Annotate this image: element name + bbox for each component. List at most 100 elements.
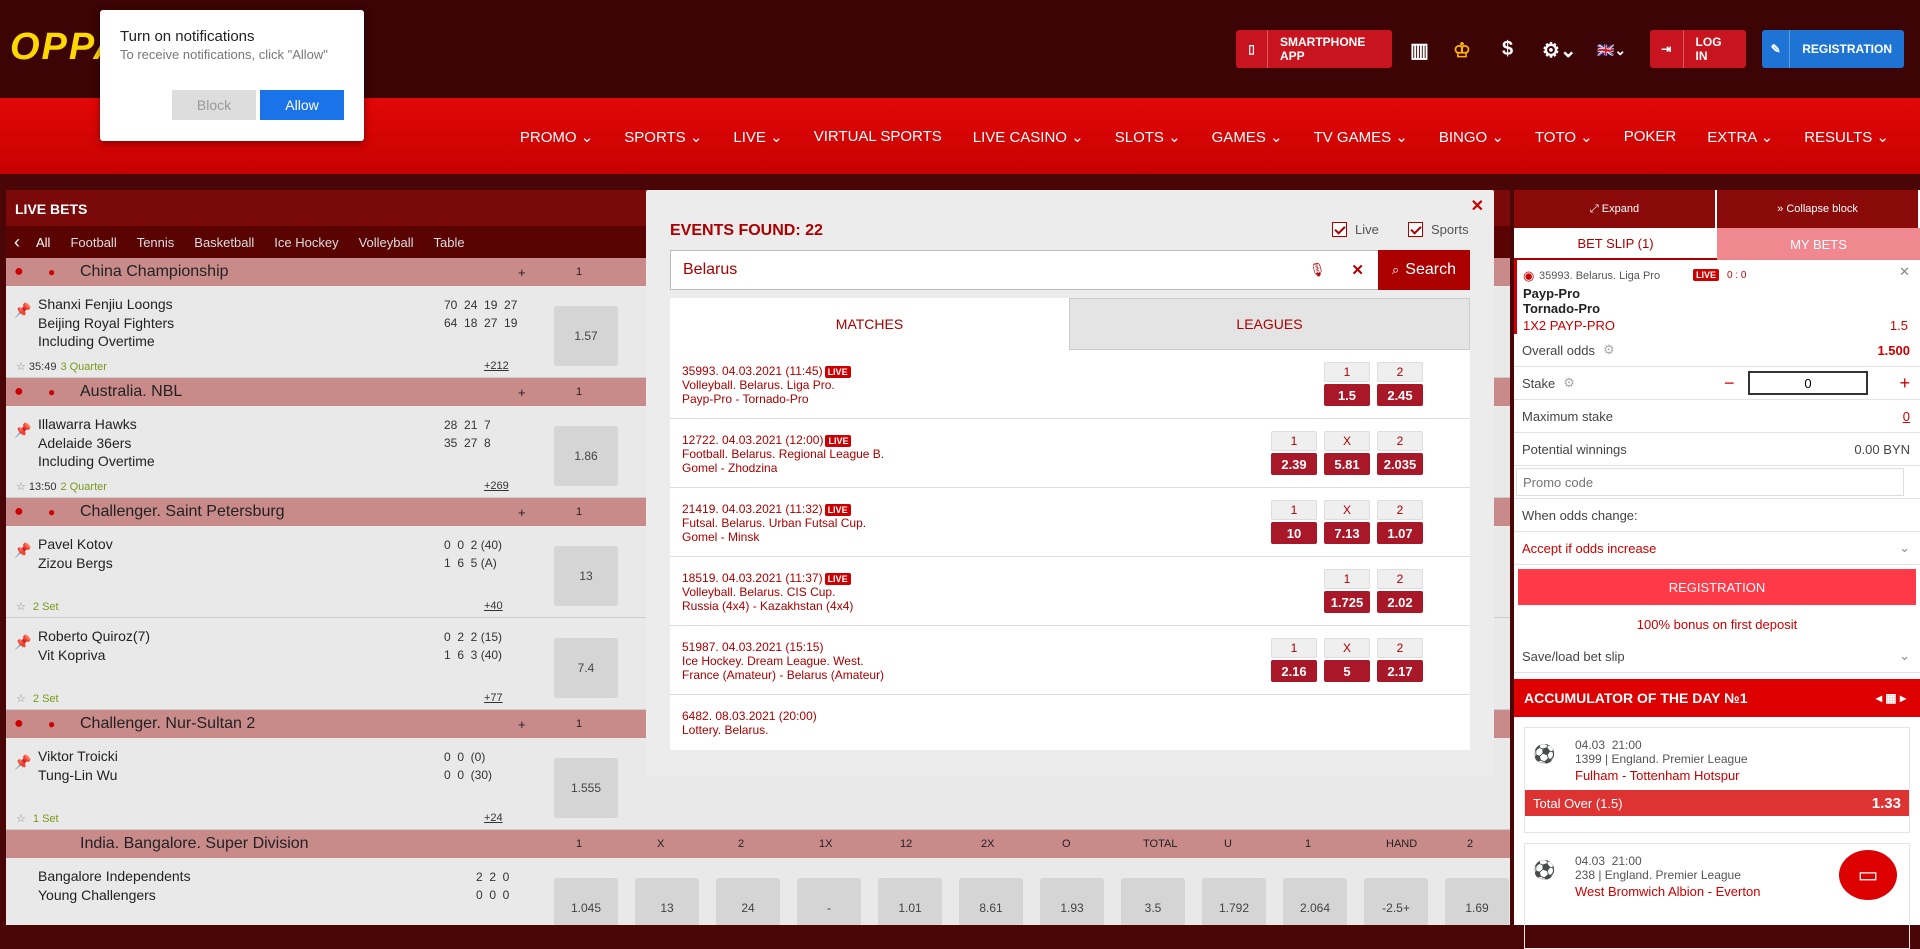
nav-item[interactable]: LIVE ⌄ [733, 128, 782, 146]
match-row[interactable]: Bangalore Independents Young Challengers 2… [6, 858, 1510, 925]
plus-icon[interactable]: + [518, 717, 526, 732]
pin-icon[interactable]: 📌 [14, 422, 31, 439]
odd-button[interactable]: 1.69 [1445, 878, 1509, 925]
odd-button[interactable]: 3.5 [1121, 878, 1185, 925]
sports-checkbox[interactable]: Sports [1408, 222, 1469, 237]
sport-filter-basketball[interactable]: Basketball [194, 235, 254, 250]
chat-icon[interactable]: ▭ [1839, 850, 1897, 900]
odd-cell[interactable]: X 5.81 [1324, 431, 1370, 475]
nav-item[interactable]: TV GAMES ⌄ [1314, 128, 1408, 146]
odd-button[interactable]: 2.064 [1283, 878, 1347, 925]
sport-filter-ice-hockey[interactable]: Ice Hockey [274, 235, 338, 250]
odd-cell[interactable]: 2 2.45 [1377, 362, 1423, 406]
calendar-icon[interactable]: ◂ ▦ ▸ [1876, 691, 1906, 705]
gear-icon[interactable]: ⚙ [1563, 375, 1575, 391]
odd-button[interactable]: 1.93 [1040, 878, 1104, 925]
nav-item[interactable]: EXTRA ⌄ [1707, 128, 1773, 146]
stats-icon[interactable]: ▥ [1410, 38, 1429, 63]
nav-item[interactable]: GAMES ⌄ [1212, 128, 1283, 146]
nav-item[interactable]: RESULTS ⌄ [1804, 128, 1889, 146]
sport-filter-table[interactable]: Table [434, 235, 465, 250]
block-button[interactable]: Block [172, 90, 256, 120]
odd-button[interactable]: 1.792 [1202, 878, 1266, 925]
allow-button[interactable]: Allow [260, 90, 344, 120]
odd-cell[interactable]: 1 10 [1271, 500, 1317, 544]
tab-bet-slip[interactable]: BET SLIP (1) [1514, 228, 1717, 260]
star-icon[interactable]: ☆ [16, 813, 29, 825]
plus-icon[interactable]: + [518, 265, 526, 280]
search-result[interactable]: 51987. 04.03.2021 (15:15) Ice Hockey. Dre… [670, 626, 1470, 695]
odd-button[interactable]: 1.045 [554, 878, 618, 925]
plus-icon[interactable]: + [1899, 373, 1910, 394]
search-button[interactable]: ⌕ Search [1378, 250, 1470, 290]
pin-icon[interactable]: 📌 [14, 754, 31, 771]
collapse-button[interactable]: » Collapse block [1717, 190, 1918, 228]
chevron-left-icon[interactable]: ‹ [14, 232, 20, 253]
sport-filter-all[interactable]: All [36, 235, 50, 250]
slip-registration-button[interactable]: REGISTRATION [1518, 569, 1916, 605]
odd-button[interactable]: 1.555 [554, 758, 618, 818]
odd-button[interactable]: 8.61 [959, 878, 1023, 925]
search-result[interactable]: 12722. 04.03.2021 (12:00) LIVE Football. B… [670, 419, 1470, 488]
odd-button[interactable]: 1.57 [554, 306, 618, 366]
odd-cell[interactable]: 2 2.02 [1377, 569, 1423, 613]
plus-icon[interactable]: + [518, 505, 526, 520]
accumulator-item[interactable]: ⚽ 04.03 21:00 1399 | England. Premier Leag… [1524, 727, 1910, 833]
nav-item[interactable]: VIRTUAL SPORTS [814, 128, 942, 146]
odd-cell[interactable]: 1 2.16 [1271, 638, 1317, 682]
clear-icon[interactable]: ✕ [1351, 261, 1364, 279]
stake-input[interactable] [1748, 371, 1868, 395]
search-result[interactable]: 35993. 04.03.2021 (11:45) LIVE Volleyball.… [670, 350, 1470, 419]
odd-button[interactable]: 1.86 [554, 426, 618, 486]
expand-button[interactable]: ⤢ Expand [1514, 190, 1715, 228]
odd-button[interactable]: -2.5+ [1364, 878, 1428, 925]
language-flag-icon[interactable]: 🇬🇧⌄ [1597, 42, 1626, 59]
league-header[interactable]: India. Bangalore. Super Division 1 X 2 1X 12 2… [6, 830, 1510, 858]
nav-item[interactable]: SLOTS ⌄ [1115, 128, 1181, 146]
nav-item[interactable]: SPORTS ⌄ [624, 128, 702, 146]
nav-item[interactable]: BINGO ⌄ [1439, 128, 1504, 146]
gear-icon[interactable]: ⚙ [1603, 342, 1615, 358]
odd-cell[interactable]: 1 1.725 [1324, 569, 1370, 613]
save-load-row[interactable]: Save/load bet slip ⌄ [1514, 640, 1920, 673]
tab-leagues[interactable]: LEAGUES [1069, 298, 1470, 350]
live-checkbox[interactable]: Live [1332, 222, 1379, 237]
sport-filter-football[interactable]: Football [70, 235, 116, 250]
trophy-icon[interactable]: ♔ [1453, 38, 1471, 63]
accumulator-bet[interactable]: Total Over (1.5) 1.33 [1525, 790, 1909, 816]
pin-icon[interactable]: 📌 [14, 542, 31, 559]
nav-item[interactable]: PROMO ⌄ [520, 128, 593, 146]
odd-button[interactable]: 1.01 [878, 878, 942, 925]
pin-icon[interactable]: 📌 [14, 634, 31, 651]
star-icon[interactable]: ☆ [16, 481, 29, 493]
odd-cell[interactable]: 2 2.17 [1377, 638, 1423, 682]
close-icon[interactable]: ✕ [1471, 196, 1484, 216]
odd-cell[interactable]: 2 1.07 [1377, 500, 1423, 544]
odd-cell[interactable]: 1 2.39 [1271, 431, 1317, 475]
currency-icon[interactable]: $ [1502, 38, 1513, 61]
odd-button[interactable]: 7.4 [554, 638, 618, 698]
odd-cell[interactable]: 1 1.5 [1324, 362, 1370, 406]
star-icon[interactable]: ☆ [16, 601, 29, 613]
odd-cell[interactable]: X 7.13 [1324, 500, 1370, 544]
nav-item[interactable]: LIVE CASINO ⌄ [973, 128, 1084, 146]
star-icon[interactable]: ☆ [16, 361, 29, 373]
registration-button[interactable]: ✎ REGISTRATION [1762, 30, 1904, 68]
search-result[interactable]: 21419. 04.03.2021 (11:32) LIVE Futsal. Bel… [670, 488, 1470, 557]
odd-cell[interactable]: 2 2.035 [1377, 431, 1423, 475]
login-button[interactable]: ⇥ LOG IN [1650, 30, 1746, 68]
minus-icon[interactable]: − [1724, 373, 1735, 394]
star-icon[interactable]: ☆ [16, 693, 29, 705]
tab-matches[interactable]: MATCHES [670, 298, 1069, 350]
odds-change-select[interactable]: Accept if odds increase ⌄ [1514, 532, 1920, 565]
odd-button[interactable]: 13 [554, 546, 618, 606]
nav-item[interactable]: POKER [1624, 128, 1677, 146]
search-result[interactable]: 6482. 08.03.2021 (20:00) Lottery. Belarus… [670, 695, 1470, 750]
odd-button[interactable]: - [797, 878, 861, 925]
odd-button[interactable]: 24 [716, 878, 780, 925]
odd-cell[interactable]: X5 [1324, 638, 1370, 682]
settings-icon[interactable]: ⚙⌄ [1542, 38, 1577, 63]
search-input[interactable] [683, 252, 1309, 288]
sport-filter-volleyball[interactable]: Volleyball [359, 235, 414, 250]
pin-icon[interactable]: 📌 [14, 302, 31, 319]
